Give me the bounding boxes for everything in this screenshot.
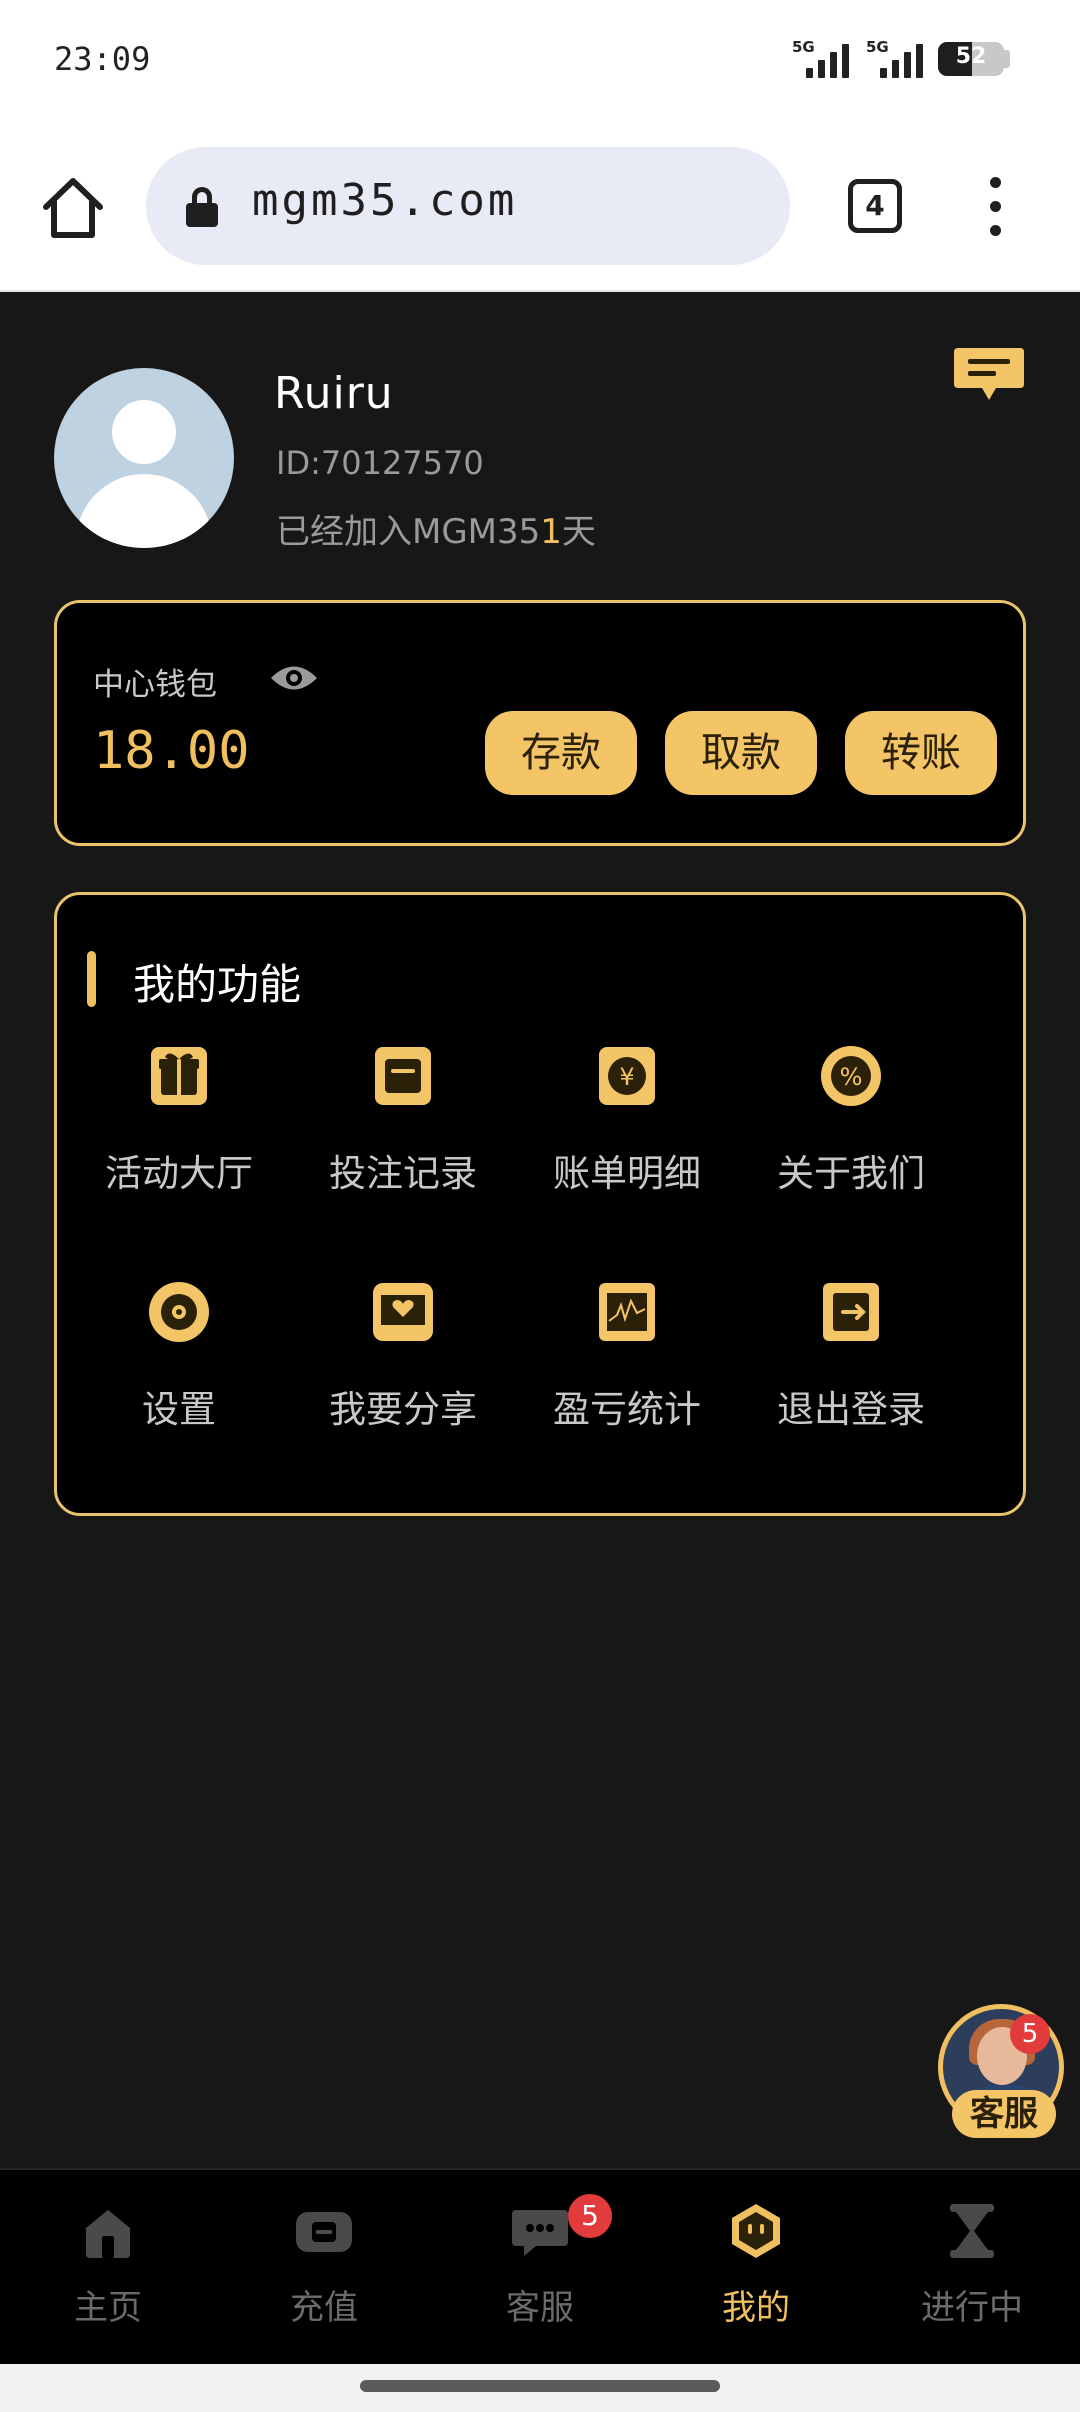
svg-text:¥: ¥ (619, 1063, 634, 1091)
nav-item-recharge[interactable]: 充值 (216, 2170, 432, 2366)
floating-service-label: 客服 (952, 2090, 1056, 2138)
battery-icon: 52 (938, 42, 1004, 76)
user-id: ID:70127570 (276, 444, 484, 482)
function-label: 我要分享 (329, 1388, 477, 1431)
profit-chart-icon (599, 1283, 655, 1341)
floating-customer-service-button[interactable]: 客服 5 (938, 2004, 1068, 2140)
nav-item-service[interactable]: 客服 (432, 2170, 648, 2366)
url-text: mgm35.com (252, 175, 518, 226)
eye-icon[interactable] (269, 661, 319, 695)
function-item-share[interactable]: 我要分享 (291, 1279, 515, 1479)
logout-icon (823, 1283, 879, 1341)
function-label: 设置 (142, 1388, 216, 1431)
title-accent-bar (87, 951, 96, 1007)
recharge-icon (296, 2212, 352, 2252)
nav-item-home[interactable]: 主页 (0, 2170, 216, 2366)
wallet-balance: 18.00 (93, 721, 250, 781)
function-item-activity-hall[interactable]: 活动大厅 (67, 1043, 291, 1243)
settings-gear-icon (149, 1282, 209, 1342)
function-label: 关于我们 (777, 1152, 925, 1195)
function-item-about-us[interactable]: % 关于我们 (739, 1043, 963, 1243)
yen-coin-icon: ¥ (599, 1047, 655, 1105)
function-item-bet-record[interactable]: 投注记录 (291, 1043, 515, 1243)
service-notification-badge: 5 (568, 2194, 612, 2238)
tab-switcher-button[interactable]: 4 (848, 179, 902, 233)
function-label: 退出登录 (777, 1388, 925, 1431)
message-icon[interactable] (952, 344, 1026, 404)
percent-icon: % (821, 1046, 881, 1106)
share-heart-icon (373, 1283, 433, 1341)
home-icon (86, 2210, 130, 2258)
lock-icon (186, 187, 218, 227)
floating-service-badge: 5 (1010, 2014, 1050, 2054)
joined-days-text: 已经加入MGM351天 (276, 512, 596, 552)
function-label: 盈亏统计 (553, 1388, 701, 1431)
browser-toolbar: mgm35.com 4 (0, 125, 1080, 292)
functions-title: 我的功能 (133, 960, 302, 1009)
joined-days-count: 1 (540, 512, 562, 552)
home-gesture-bar[interactable] (360, 2380, 720, 2392)
function-label: 活动大厅 (105, 1152, 253, 1195)
bottom-navigation: 主页 充值 客服 我的 进行中 5 (0, 2168, 1080, 2366)
wallet-card: 中心钱包 18.00 存款 取款 转账 (54, 600, 1026, 846)
nav-item-profile[interactable]: 我的 (648, 2170, 864, 2366)
function-item-bill-details[interactable]: ¥ 账单明细 (515, 1043, 739, 1243)
hourglass-icon (950, 2204, 994, 2258)
profile-icon (732, 2204, 780, 2258)
svg-text:%: % (840, 1063, 863, 1091)
avatar[interactable] (54, 368, 234, 548)
function-item-profit-loss[interactable]: 盈亏统计 (515, 1279, 739, 1479)
more-menu-icon[interactable] (980, 177, 1010, 237)
username: Ruiru (274, 368, 394, 419)
my-functions-card: 我的功能 活动大厅 投注记录 ¥ 账单明细% 关于我们 设置 我要分享 盈亏统计 退出登录 (54, 892, 1026, 1516)
transfer-button[interactable]: 转账 (845, 711, 997, 795)
gift-icon (151, 1047, 207, 1105)
address-bar[interactable]: mgm35.com (146, 147, 790, 265)
function-label: 账单明细 (553, 1152, 701, 1195)
bet-record-icon (375, 1047, 431, 1105)
function-item-settings[interactable]: 设置 (67, 1279, 291, 1479)
chat-icon (512, 2210, 568, 2256)
nav-item-in-progress[interactable]: 进行中 (864, 2170, 1080, 2366)
status-bar: 23:09 5G 5G 52 (0, 0, 1080, 125)
wallet-label: 中心钱包 (93, 667, 217, 703)
function-item-logout[interactable]: 退出登录 (739, 1279, 963, 1479)
withdraw-button[interactable]: 取款 (665, 711, 817, 795)
home-icon[interactable] (38, 173, 108, 243)
clock: 23:09 (54, 40, 151, 78)
deposit-button[interactable]: 存款 (485, 711, 637, 795)
function-label: 投注记录 (329, 1152, 477, 1195)
